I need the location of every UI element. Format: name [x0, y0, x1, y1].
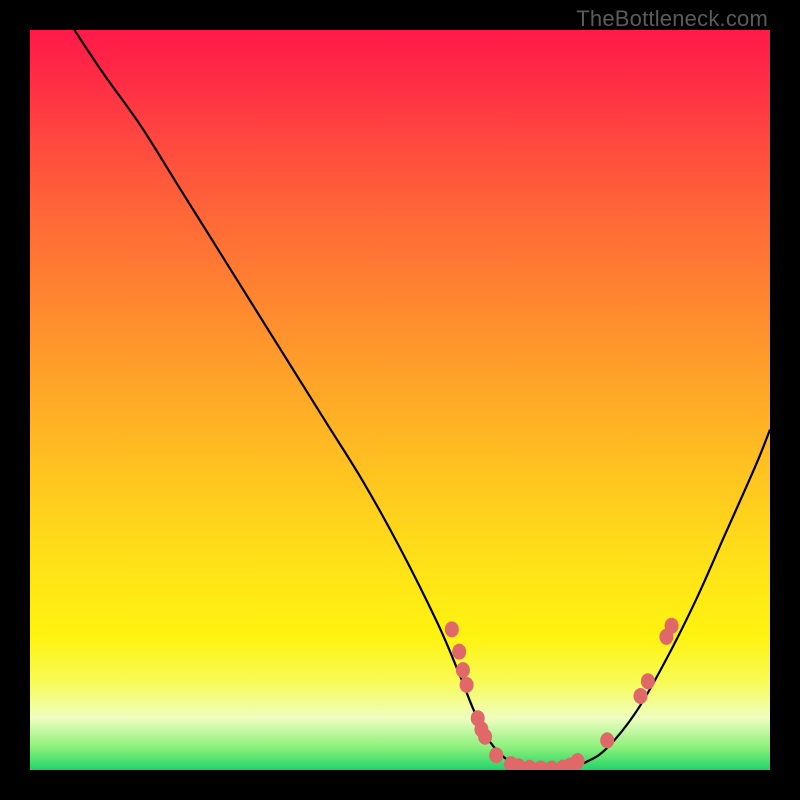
plot-area: [30, 30, 770, 770]
curve-marker: [478, 729, 492, 745]
curve-marker: [641, 673, 655, 689]
curve-layer: [30, 30, 770, 770]
curve-marker: [452, 644, 466, 660]
watermark-text: TheBottleneck.com: [576, 6, 768, 32]
curve-marker: [571, 753, 585, 769]
chart-stage: TheBottleneck.com: [0, 0, 800, 800]
curve-marker: [634, 688, 648, 704]
curve-marker: [460, 677, 474, 693]
curve-marker: [665, 618, 679, 634]
curve-marker: [489, 747, 503, 763]
curve-marker: [445, 621, 459, 637]
curve-markers: [445, 618, 679, 770]
curve-marker: [600, 732, 614, 748]
curve-marker: [456, 662, 470, 678]
bottleneck-curve: [74, 30, 770, 770]
